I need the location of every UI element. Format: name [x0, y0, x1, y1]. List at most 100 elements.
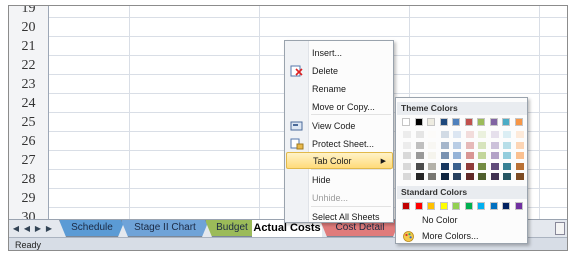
theme-color-swatch[interactable] [464, 118, 473, 126]
row-header[interactable]: 24 [9, 94, 49, 113]
theme-color-shade-swatch[interactable] [490, 162, 499, 170]
theme-color-swatch[interactable] [452, 118, 460, 126]
theme-color-shade-swatch[interactable] [403, 131, 411, 138]
standard-color-swatch[interactable] [427, 202, 435, 210]
theme-color-shade-swatch[interactable] [515, 173, 524, 180]
row-header[interactable]: 25 [9, 113, 49, 132]
sheet-tab[interactable]: Budget [205, 220, 259, 237]
more-colors-option[interactable]: More Colors... [397, 229, 527, 244]
theme-color-shade-swatch[interactable] [415, 162, 424, 170]
theme-color-shade-swatch[interactable] [428, 131, 436, 138]
theme-color-swatch[interactable] [477, 118, 485, 126]
row-header[interactable]: 26 [9, 132, 49, 151]
context-menu-item[interactable]: Protect Sheet... [286, 136, 393, 153]
context-menu-item[interactable]: Rename [286, 81, 393, 98]
standard-color-swatch[interactable] [502, 202, 510, 210]
row-header[interactable]: 19 [9, 6, 49, 18]
context-menu-item[interactable]: Delete [286, 63, 393, 80]
theme-color-shade-swatch[interactable] [478, 162, 486, 170]
theme-color-shade-swatch[interactable] [440, 131, 449, 138]
theme-color-shade-swatch[interactable] [503, 173, 511, 180]
theme-color-shade-swatch[interactable] [440, 162, 449, 170]
sheet-tab[interactable]: Schedule [59, 220, 125, 237]
theme-color-shade-swatch[interactable] [515, 152, 524, 159]
theme-color-shade-swatch[interactable] [465, 152, 474, 159]
row-header[interactable]: 20 [9, 18, 49, 37]
theme-color-shade-swatch[interactable] [503, 152, 511, 159]
theme-color-shade-swatch[interactable] [490, 173, 499, 180]
theme-color-shade-swatch[interactable] [403, 152, 411, 159]
row-header[interactable]: 29 [9, 189, 49, 208]
theme-color-shade-swatch[interactable] [403, 173, 411, 180]
theme-color-shade-swatch[interactable] [465, 162, 474, 170]
first-sheet-nav-icon[interactable]: ◀ [11, 222, 21, 235]
theme-color-shade-swatch[interactable] [490, 131, 499, 138]
standard-color-swatch[interactable] [477, 202, 485, 210]
row-header[interactable]: 27 [9, 151, 49, 170]
theme-color-shade-swatch[interactable] [465, 141, 474, 149]
theme-color-swatch[interactable] [414, 118, 423, 126]
context-menu-item[interactable]: Insert... [286, 45, 393, 62]
last-sheet-nav-icon[interactable]: ▶ [44, 222, 54, 235]
sheet-tab[interactable]: Stage II Chart [121, 220, 209, 237]
theme-color-shade-swatch[interactable] [428, 152, 436, 159]
theme-color-shade-swatch[interactable] [503, 141, 511, 149]
context-menu-item[interactable]: View Code [286, 118, 393, 135]
row-header[interactable]: 21 [9, 37, 49, 56]
theme-color-shade-swatch[interactable] [478, 173, 486, 180]
theme-color-shade-swatch[interactable] [515, 162, 524, 170]
theme-color-shade-swatch[interactable] [453, 173, 461, 180]
theme-color-shade-swatch[interactable] [440, 152, 449, 159]
theme-color-swatch[interactable] [427, 118, 435, 126]
standard-color-swatch[interactable] [402, 202, 410, 210]
theme-color-shade-swatch[interactable] [440, 173, 449, 180]
theme-color-shade-swatch[interactable] [415, 152, 424, 159]
row-header[interactable]: 28 [9, 170, 49, 189]
theme-color-shade-swatch[interactable] [415, 173, 424, 180]
standard-color-swatch[interactable] [514, 202, 523, 210]
theme-color-shade-swatch[interactable] [415, 141, 424, 149]
context-menu-item[interactable]: Tab Color ▶ [286, 152, 393, 169]
context-menu-item[interactable]: Select All Sheets [286, 209, 393, 226]
theme-color-shade-swatch[interactable] [490, 141, 499, 149]
theme-color-swatch[interactable] [502, 118, 510, 126]
theme-color-shade-swatch[interactable] [428, 162, 436, 170]
theme-color-shade-swatch[interactable] [453, 131, 461, 138]
theme-color-shade-swatch[interactable] [453, 141, 461, 149]
theme-color-shade-swatch[interactable] [503, 131, 511, 138]
standard-color-swatch[interactable] [414, 202, 423, 210]
theme-color-shade-swatch[interactable] [478, 131, 486, 138]
horizontal-scrollbar[interactable] [555, 222, 565, 235]
theme-color-swatch[interactable] [514, 118, 523, 126]
no-color-option[interactable]: No Color [397, 213, 527, 228]
theme-color-shade-swatch[interactable] [403, 141, 411, 149]
theme-color-shade-swatch[interactable] [415, 131, 424, 138]
theme-color-shade-swatch[interactable] [515, 141, 524, 149]
theme-color-shade-swatch[interactable] [478, 152, 486, 159]
theme-color-shade-swatch[interactable] [403, 162, 411, 170]
theme-color-swatch[interactable] [489, 118, 498, 126]
grid-row[interactable]: 20 [9, 18, 567, 37]
theme-color-shade-swatch[interactable] [428, 141, 436, 149]
row-header[interactable]: 22 [9, 56, 49, 75]
theme-color-shade-swatch[interactable] [465, 173, 474, 180]
standard-color-swatch[interactable] [452, 202, 460, 210]
theme-color-shade-swatch[interactable] [478, 141, 486, 149]
row-header[interactable]: 23 [9, 75, 49, 94]
theme-color-shade-swatch[interactable] [440, 141, 449, 149]
next-sheet-nav-icon[interactable]: ▶ [33, 222, 43, 235]
prev-sheet-nav-icon[interactable]: ◀ [22, 222, 32, 235]
theme-color-shade-swatch[interactable] [503, 162, 511, 170]
standard-color-swatch[interactable] [439, 202, 448, 210]
theme-color-shade-swatch[interactable] [453, 162, 461, 170]
theme-color-shade-swatch[interactable] [490, 152, 499, 159]
context-menu-item[interactable]: Hide [286, 172, 393, 189]
theme-color-swatch[interactable] [402, 118, 410, 126]
grid-row[interactable]: 19 [9, 6, 567, 18]
standard-color-swatch[interactable] [464, 202, 473, 210]
theme-color-shade-swatch[interactable] [453, 152, 461, 159]
theme-color-shade-swatch[interactable] [428, 173, 436, 180]
theme-color-swatch[interactable] [439, 118, 448, 126]
theme-color-shade-swatch[interactable] [465, 131, 474, 138]
theme-color-shade-swatch[interactable] [515, 131, 524, 138]
